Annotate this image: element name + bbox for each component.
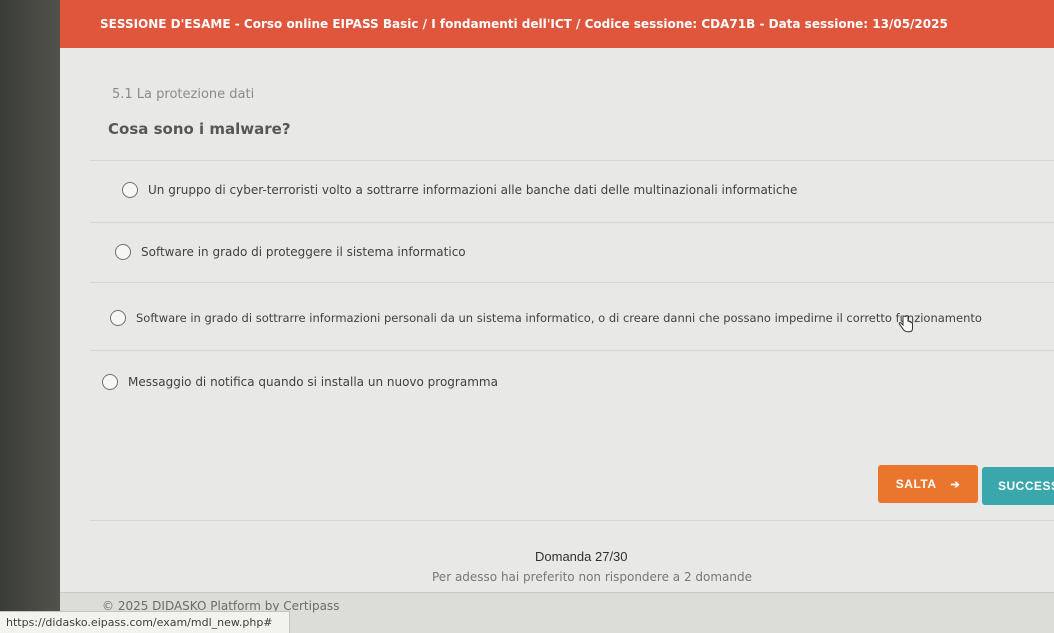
pointer-hand-icon — [898, 315, 913, 333]
answer-option-2[interactable]: Software in grado di proteggere il siste… — [115, 244, 466, 260]
answer-label: Un gruppo di cyber-terroristi volto a so… — [148, 183, 798, 197]
radio-unchecked-icon[interactable] — [115, 244, 131, 260]
session-header-text: SESSIONE D'ESAME - Corso online EIPASS B… — [100, 17, 948, 31]
divider — [90, 222, 1054, 223]
section-title: 5.1 La protezione dati — [112, 87, 255, 102]
success-button-label: SUCCESS — [998, 479, 1054, 493]
divider — [90, 520, 1054, 521]
answer-label: Messaggio di notifica quando si installa… — [128, 375, 498, 389]
skip-button[interactable]: SALTA ➔ — [878, 465, 978, 503]
skip-button-label: SALTA — [895, 477, 937, 491]
question-counter: Domanda 27/30 — [535, 549, 628, 564]
skipped-note: Per adesso hai preferito non rispondere … — [432, 570, 753, 584]
session-header: SESSIONE D'ESAME - Corso online EIPASS B… — [60, 0, 1054, 48]
radio-unchecked-icon[interactable] — [122, 182, 138, 198]
divider — [90, 282, 1054, 283]
arrow-right-icon: ➔ — [950, 478, 961, 491]
answer-option-1[interactable]: Un gruppo di cyber-terroristi volto a so… — [122, 182, 797, 198]
answer-label: Software in grado di sottrarre informazi… — [136, 311, 982, 325]
question-text: Cosa sono i malware? — [108, 120, 291, 138]
success-button[interactable]: SUCCESS — [982, 467, 1054, 505]
answer-label: Software in grado di proteggere il siste… — [141, 245, 466, 259]
radio-unchecked-icon[interactable] — [102, 374, 118, 390]
divider — [90, 350, 1054, 351]
divider — [90, 160, 1054, 161]
status-bar-url: https://didasko.eipass.com/exam/mdl_new.… — [0, 611, 290, 633]
radio-unchecked-icon[interactable] — [110, 310, 126, 326]
browser-viewport: SESSIONE D'ESAME - Corso online EIPASS B… — [60, 0, 1054, 633]
answer-option-4[interactable]: Messaggio di notifica quando si installa… — [102, 374, 498, 390]
answer-option-3[interactable]: Software in grado di sottrarre informazi… — [110, 310, 982, 326]
